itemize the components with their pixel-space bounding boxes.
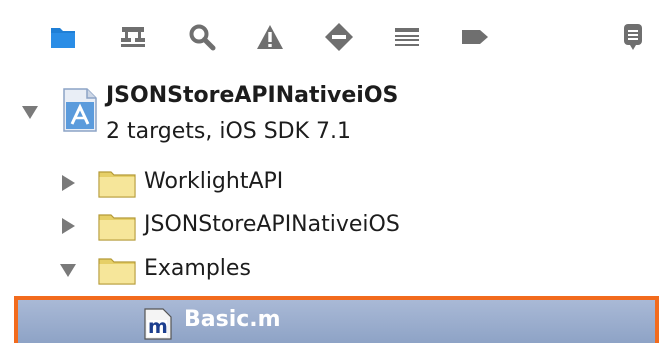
project-name: JSONStoreAPINativeiOS: [106, 83, 399, 108]
folder-icon: [98, 168, 136, 198]
xcode-project-icon: [62, 88, 98, 136]
folder-icon: [98, 211, 136, 241]
search-navigator-icon[interactable]: [187, 22, 217, 52]
project-navigator-icon[interactable]: [48, 22, 78, 52]
test-navigator-icon[interactable]: [324, 22, 354, 52]
disclosure-collapsed-icon[interactable]: [62, 218, 75, 234]
disclosure-expanded-icon[interactable]: [22, 106, 38, 119]
objc-m-file-icon: m: [144, 308, 172, 340]
project-subtitle: 2 targets, iOS SDK 7.1: [106, 119, 352, 144]
selected-file-label: Basic.m: [184, 307, 281, 332]
log-navigator-icon[interactable]: [618, 22, 648, 52]
tree-item-label: WorklightAPI: [144, 169, 284, 194]
file-type-letter: m: [148, 316, 168, 338]
folder-icon: [98, 255, 136, 285]
disclosure-collapsed-icon[interactable]: [62, 175, 75, 191]
tree-item-label: Examples: [144, 256, 251, 281]
breakpoint-navigator-icon[interactable]: [460, 22, 490, 52]
navigator-toolbar: [0, 0, 661, 78]
disclosure-expanded-icon[interactable]: [60, 264, 76, 277]
debug-navigator-icon[interactable]: [392, 22, 422, 52]
tree-item-basic-m-selected[interactable]: m Basic.m: [14, 296, 659, 343]
tree-item-label: JSONStoreAPINativeiOS: [144, 212, 400, 237]
issue-navigator-icon[interactable]: [255, 22, 285, 52]
symbol-navigator-icon[interactable]: [118, 22, 148, 52]
